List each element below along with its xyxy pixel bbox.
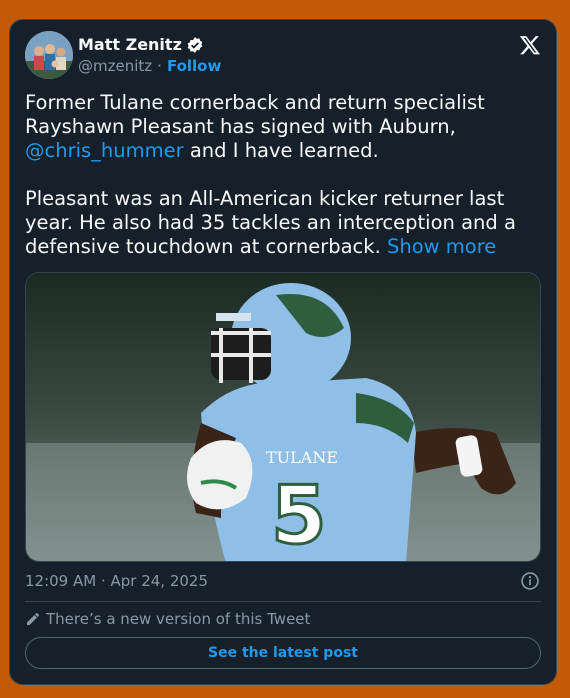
show-more-link[interactable]: Show more (387, 235, 496, 258)
author-name-row: Matt Zenitz (78, 35, 204, 54)
handle-row: @mzenitz · Follow (78, 57, 221, 75)
tweet-timestamp[interactable]: 12:09 AM · Apr 24, 2025 (25, 572, 208, 590)
new-version-text: There’s a new version of this Tweet (46, 610, 311, 628)
tweet-image[interactable]: TULANE 5 (25, 272, 541, 562)
follow-button[interactable]: Follow (167, 57, 221, 75)
avatar[interactable] (25, 31, 73, 79)
info-icon[interactable] (520, 571, 540, 591)
new-version-notice: There’s a new version of this Tweet (25, 610, 310, 628)
tweet-text: Former Tulane cornerback and return spec… (25, 91, 540, 259)
author-handle[interactable]: @mzenitz (78, 57, 152, 75)
mention-link[interactable]: @chris_hummer (25, 139, 184, 162)
pencil-icon (27, 613, 39, 625)
separator: · (157, 57, 162, 75)
author-name[interactable]: Matt Zenitz (78, 35, 182, 54)
verified-badge-icon (187, 36, 203, 53)
x-logo-icon[interactable] (519, 34, 541, 56)
svg-text:TULANE: TULANE (266, 448, 338, 467)
svg-text:5: 5 (271, 469, 327, 562)
tweet-header: Matt Zenitz @mzenitz · Follow (25, 31, 541, 81)
tweet-card: Matt Zenitz @mzenitz · Follow Former Tul… (9, 19, 557, 685)
football-player-photo: TULANE 5 (26, 273, 540, 562)
see-latest-post-button[interactable]: See the latest post (25, 637, 541, 669)
tweet-text-part1: Former Tulane cornerback and return spec… (25, 91, 491, 138)
divider (25, 601, 541, 602)
